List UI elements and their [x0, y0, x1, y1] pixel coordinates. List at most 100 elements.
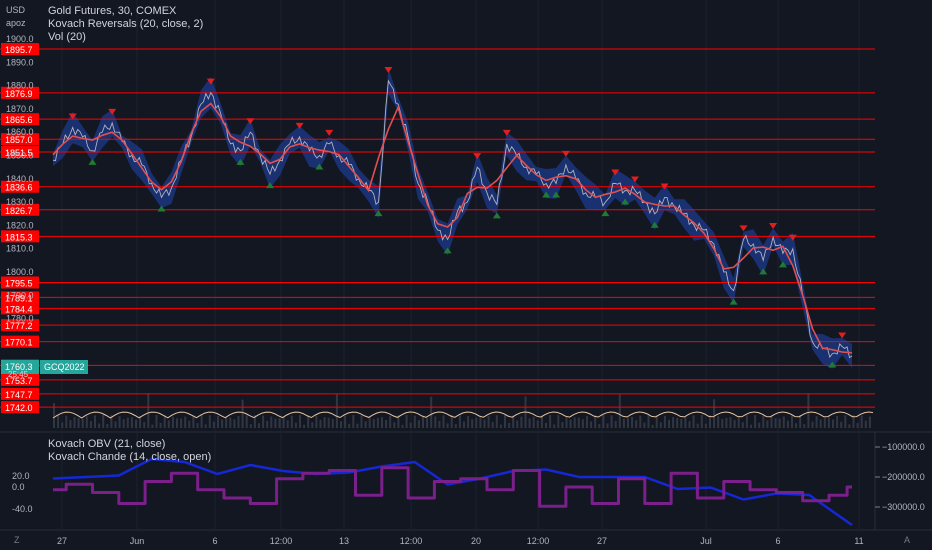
price-level-label: 1770.1 — [5, 338, 33, 348]
price-axis-tick: 1900.0 — [6, 34, 34, 44]
volume-bar — [864, 420, 867, 428]
price-level-label: 1795.5 — [5, 278, 33, 288]
volume-bar — [221, 419, 224, 428]
volume-bar — [102, 415, 105, 428]
volume-bar — [229, 417, 232, 428]
volume-bar — [676, 417, 679, 428]
zoom-toggle[interactable]: Z — [14, 535, 20, 545]
volume-bar — [434, 416, 437, 428]
time-axis-tick: 6 — [775, 536, 780, 546]
volume-bar — [651, 424, 654, 428]
time-axis-tick: 12:00 — [270, 536, 293, 546]
price-axis-tick: 1880.0 — [6, 81, 34, 91]
volume-bar — [184, 416, 187, 428]
volume-bar — [422, 416, 424, 428]
volume-bar — [307, 415, 310, 428]
volume-bar — [266, 420, 269, 428]
volume-bar — [590, 421, 593, 428]
volume-bar — [807, 393, 810, 428]
volume-bar — [680, 418, 683, 428]
volume-bar — [335, 394, 338, 428]
volume-bar — [856, 423, 859, 428]
volume-bar — [69, 420, 72, 428]
volume-bar — [647, 415, 650, 428]
volume-bar — [143, 422, 146, 428]
volume-bar — [688, 421, 691, 428]
volume-bar — [516, 420, 519, 428]
volume-bar — [405, 415, 408, 428]
legend-indicator-reversals[interactable]: Kovach Reversals (20, close, 2) — [48, 18, 203, 31]
volume-bar — [631, 416, 634, 428]
volume-bar — [180, 418, 183, 428]
time-axis-tick: 27 — [597, 536, 607, 546]
volume-bar — [573, 417, 576, 428]
reversal-up-marker — [729, 298, 738, 305]
volume-bar — [811, 421, 814, 428]
volume-bar — [212, 421, 215, 428]
volume-bar — [85, 416, 88, 428]
obv-line — [52, 457, 853, 527]
volume-bar — [262, 415, 265, 428]
volume-bar — [774, 418, 777, 428]
reversal-band — [53, 67, 852, 369]
legend-indicator-volume[interactable]: Vol (20) — [48, 31, 86, 44]
symbol-tag: GCQ2022 — [44, 362, 85, 372]
price-level-label: 1836.6 — [5, 183, 33, 193]
volume-bar — [319, 419, 322, 428]
legend-obv[interactable]: Kovach OBV (21, close) — [48, 438, 165, 451]
volume-bar — [581, 419, 584, 428]
volume-bar — [782, 416, 785, 428]
volume-bar — [458, 415, 461, 428]
volume-bar — [778, 418, 781, 428]
legend-chande[interactable]: Kovach Chande (14, close, open) — [48, 451, 211, 464]
price-level-label: 1865.6 — [5, 115, 33, 125]
volume-bar — [77, 418, 80, 428]
volume-bar — [393, 422, 396, 428]
reversal-down-marker — [769, 223, 778, 230]
volume-bar — [258, 423, 260, 428]
trading-chart-app: 1895.7 1876.9 1865.6 1857.0 1851.5 1836.6 1826… — [0, 0, 932, 550]
volume-bar — [487, 415, 490, 428]
volume-bar — [278, 418, 281, 428]
volume-bar — [495, 415, 498, 428]
volume-bar — [733, 419, 736, 428]
volume-bar — [417, 420, 420, 428]
legend-title[interactable]: Gold Futures, 30, COMEX — [48, 5, 176, 18]
volume-bar — [750, 424, 752, 428]
volume-bar — [663, 415, 666, 428]
volume-bar — [499, 424, 502, 428]
time-axis-tick: 12:00 — [400, 536, 423, 546]
volume-bar — [762, 415, 765, 428]
volume-bar — [344, 415, 347, 428]
volume-bar — [155, 415, 158, 428]
chart-canvas[interactable]: 1895.71876.91865.61857.01851.51836.61826… — [0, 0, 932, 550]
volume-bar — [840, 421, 843, 428]
volume-bar — [565, 415, 568, 428]
volume-bar — [73, 417, 76, 428]
price-level-label: 1742.0 — [5, 403, 33, 413]
volume-bar — [614, 420, 617, 428]
volume-bar — [709, 415, 711, 428]
volume-bar — [286, 420, 289, 428]
volume-bar — [303, 424, 306, 428]
volume-bar — [684, 416, 687, 428]
volume-bar — [594, 415, 597, 428]
volume-bar — [225, 417, 228, 428]
reversal-down-marker — [561, 150, 570, 157]
volume-bar — [700, 415, 703, 428]
auto-scale-toggle[interactable]: A — [904, 535, 910, 545]
volume-bar — [770, 416, 773, 428]
volume-bar — [508, 422, 511, 428]
volume-bar — [868, 416, 871, 428]
volume-bar — [442, 415, 445, 428]
volume-bar — [299, 415, 301, 428]
volume-bar — [438, 420, 441, 428]
volume-bar — [61, 422, 64, 428]
volume-bar — [274, 418, 277, 428]
volume-bar — [290, 415, 293, 428]
volume-bar — [171, 416, 174, 428]
volume-bar — [491, 421, 494, 428]
volume-bar — [130, 417, 133, 428]
volume-bar — [356, 423, 359, 428]
volume-bar — [118, 416, 121, 428]
